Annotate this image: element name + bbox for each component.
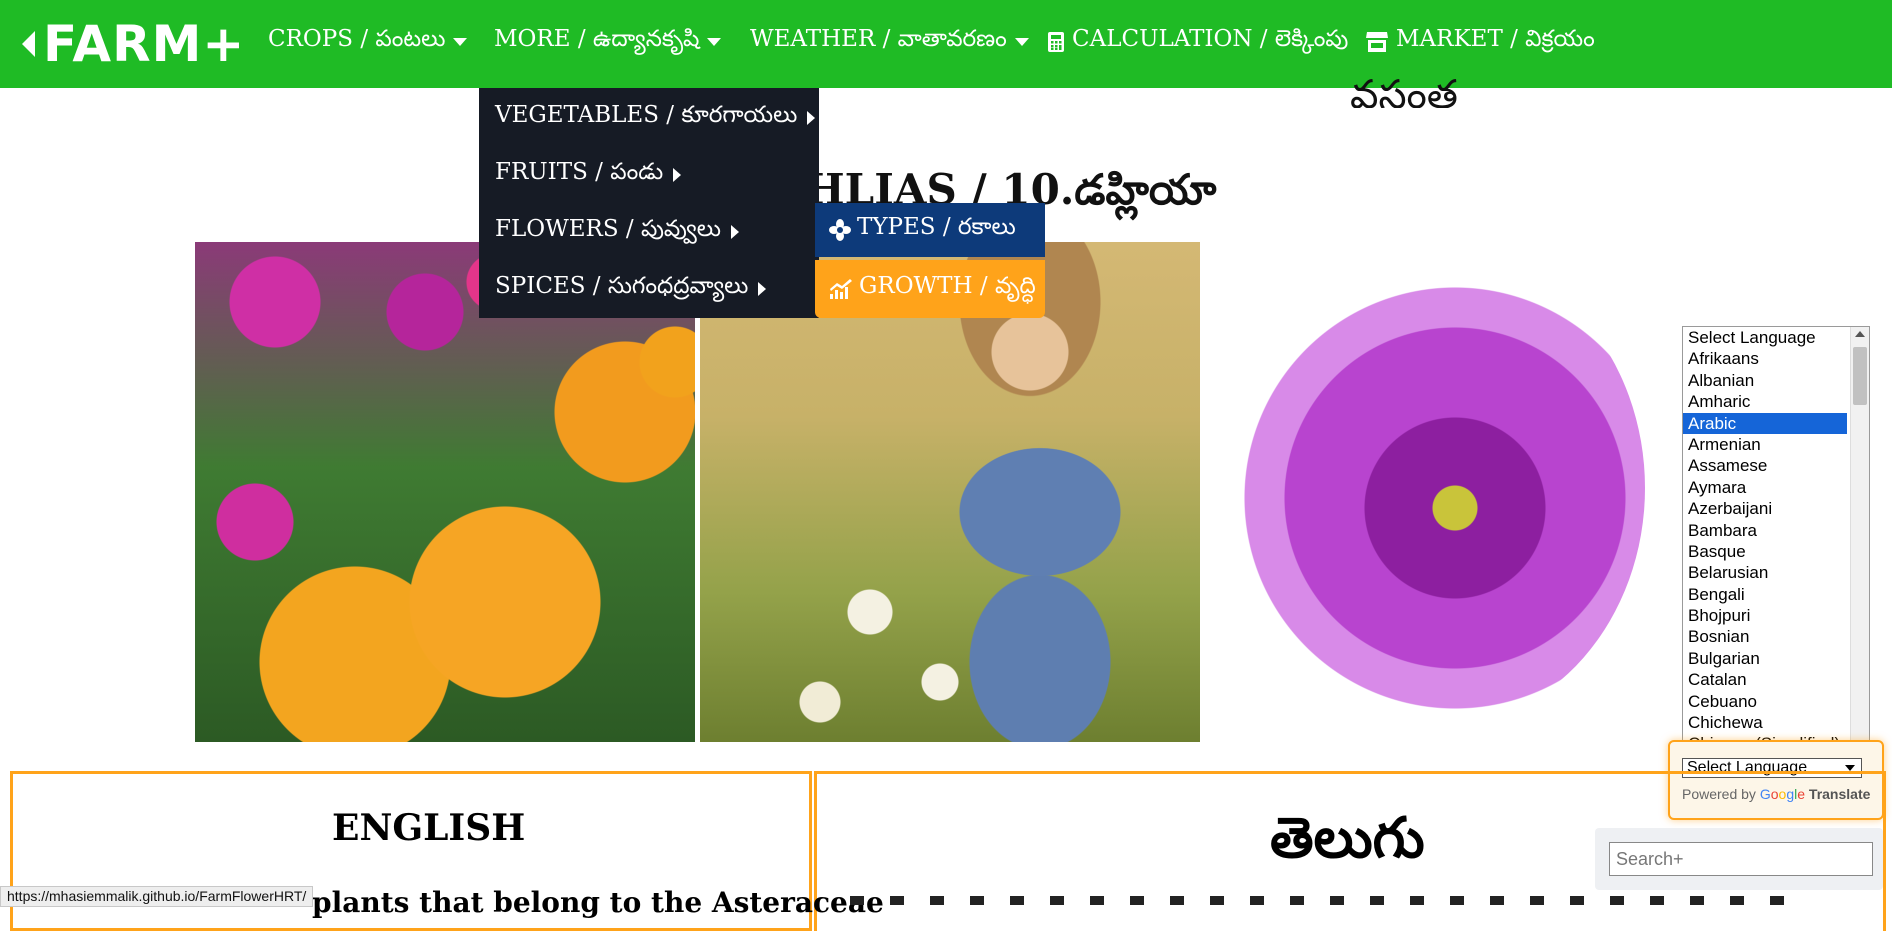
- submenu-types-label: TYPES / రకాలు: [857, 214, 1016, 240]
- language-option[interactable]: Armenian: [1683, 434, 1869, 455]
- english-description: plants that belong to the Asteraceae: [312, 886, 884, 919]
- menu-item-vegetables[interactable]: VEGETABLES / కూరగాయలు: [495, 102, 816, 134]
- nav-market[interactable]: MARKET / విక్రయం: [1366, 26, 1595, 58]
- search-placeholder: Search+: [1616, 849, 1684, 869]
- nav-weather-label: WEATHER / వాతావరణం: [750, 26, 1007, 52]
- language-option[interactable]: Belarusian: [1683, 562, 1869, 583]
- growth-chart-icon: [829, 278, 853, 300]
- nav-calculation-label: CALCULATION / లెక్కింపు: [1072, 26, 1349, 52]
- purple-dahlia-image: [1225, 248, 1645, 728]
- language-option[interactable]: Bengali: [1683, 584, 1869, 605]
- language-option[interactable]: Catalan: [1683, 669, 1869, 690]
- flower-icon: [829, 219, 851, 241]
- store-icon: [1366, 32, 1388, 52]
- language-option[interactable]: Assamese: [1683, 455, 1869, 476]
- submenu-types[interactable]: TYPES / రకాలు: [815, 203, 1045, 257]
- menu-item-label: VEGETABLES / కూరగాయలు: [495, 102, 798, 128]
- section-heading-partial: వసంత: [1350, 72, 1458, 108]
- farm-logo[interactable]: FARM+: [22, 15, 246, 73]
- menu-item-label: FRUITS / పండు: [495, 159, 664, 185]
- caret-right-icon: [758, 282, 767, 296]
- caret-right-icon: [731, 225, 740, 239]
- language-option[interactable]: Cebuano: [1683, 691, 1869, 712]
- more-dropdown-menu: VEGETABLES / కూరగాయలు FRUITS / పండు FLOW…: [479, 88, 819, 318]
- language-option[interactable]: Arabic: [1683, 412, 1847, 434]
- menu-item-spices[interactable]: SPICES / సుగంధద్రవ్యాలు: [495, 273, 767, 305]
- language-option[interactable]: Bosnian: [1683, 626, 1869, 647]
- language-option[interactable]: Albanian: [1683, 370, 1869, 391]
- logo-text: FARM+: [43, 15, 246, 73]
- menu-item-flowers[interactable]: FLOWERS / పువ్వులు: [495, 216, 740, 248]
- language-option[interactable]: Bhojpuri: [1683, 605, 1869, 626]
- nav-weather[interactable]: WEATHER / వాతావరణం: [750, 26, 1029, 58]
- language-option[interactable]: Chichewa: [1683, 712, 1869, 733]
- language-option[interactable]: Afrikaans: [1683, 348, 1869, 369]
- telugu-title: తెలుగు: [1270, 805, 1425, 871]
- menu-item-label: SPICES / సుగంధద్రవ్యాలు: [495, 273, 749, 299]
- back-chevron-icon: [22, 31, 35, 57]
- english-title: ENGLISH: [332, 807, 526, 849]
- scroll-thumb[interactable]: [1853, 347, 1867, 405]
- top-navbar: FARM+ CROPS / పంటలు MORE / ఉద్యానకృషి WE…: [0, 0, 1892, 88]
- search-input[interactable]: Search+: [1609, 842, 1873, 876]
- nav-more-label: MORE / ఉద్యానకృషి: [494, 26, 700, 52]
- calculator-icon: [1048, 32, 1064, 52]
- language-option[interactable]: Select Language: [1683, 327, 1869, 348]
- language-option[interactable]: Bambara: [1683, 520, 1869, 541]
- nav-more[interactable]: MORE / ఉద్యానకృషి: [494, 26, 722, 58]
- menu-item-fruits[interactable]: FRUITS / పండు: [495, 159, 682, 191]
- scroll-up-arrow-icon[interactable]: [1855, 331, 1865, 337]
- language-listbox[interactable]: Select Language Afrikaans Albanian Amharic A…: [1682, 326, 1870, 754]
- language-option[interactable]: Bulgarian: [1683, 648, 1869, 669]
- caret-down-icon: [453, 38, 468, 46]
- nav-crops-label: CROPS / పంటలు: [268, 26, 446, 52]
- nav-crops[interactable]: CROPS / పంటలు: [268, 26, 468, 58]
- menu-item-label: FLOWERS / పువ్వులు: [495, 216, 722, 242]
- submenu-growth-label: GROWTH / వృద్ధి: [859, 273, 1036, 299]
- listbox-scrollbar[interactable]: [1850, 327, 1869, 753]
- submenu-growth[interactable]: GROWTH / వృద్ధి: [815, 260, 1045, 318]
- language-option[interactable]: Basque: [1683, 541, 1869, 562]
- status-bar-url: https://mhasiemmalik.github.io/FarmFlowe…: [0, 886, 314, 907]
- search-container: Search+: [1595, 828, 1883, 890]
- caret-right-icon: [807, 111, 816, 125]
- caret-down-icon: [1014, 38, 1029, 46]
- language-option[interactable]: Amharic: [1683, 391, 1869, 412]
- language-option[interactable]: Aymara: [1683, 477, 1869, 498]
- telugu-text-partial: [850, 896, 1810, 905]
- caret-right-icon: [673, 168, 682, 182]
- nav-calculation[interactable]: CALCULATION / లెక్కింపు: [1048, 26, 1348, 58]
- caret-down-icon: [707, 38, 722, 46]
- language-option[interactable]: Azerbaijani: [1683, 498, 1869, 519]
- nav-market-label: MARKET / విక్రయం: [1396, 26, 1595, 52]
